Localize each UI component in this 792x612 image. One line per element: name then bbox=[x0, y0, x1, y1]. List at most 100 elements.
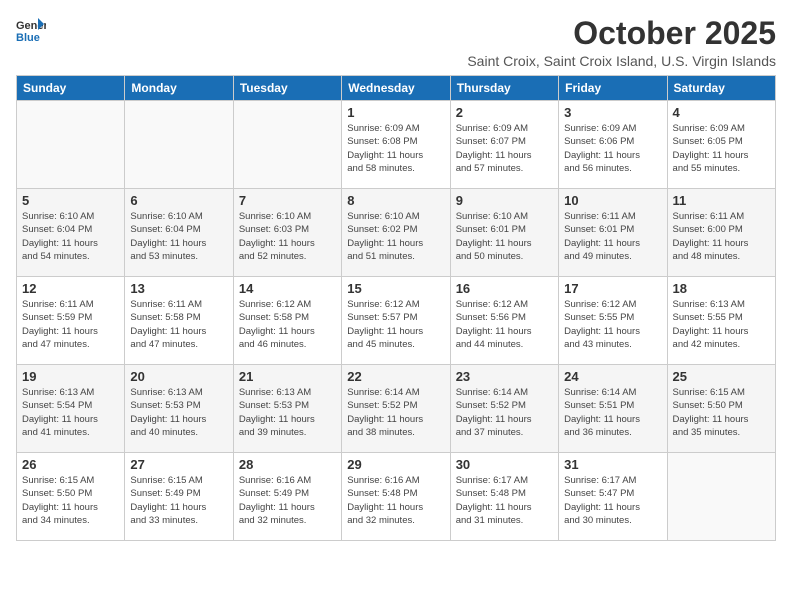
calendar-cell: 12 Sunrise: 6:11 AM Sunset: 5:59 PM Dayli… bbox=[17, 277, 125, 365]
day-number: 22 bbox=[347, 369, 444, 384]
calendar-cell: 2 Sunrise: 6:09 AM Sunset: 6:07 PM Daylig… bbox=[450, 101, 558, 189]
day-number: 4 bbox=[673, 105, 770, 120]
calendar-cell: 4 Sunrise: 6:09 AM Sunset: 6:05 PM Daylig… bbox=[667, 101, 775, 189]
day-info: Sunrise: 6:09 AM Sunset: 6:06 PM Dayligh… bbox=[564, 122, 661, 175]
day-info: Sunrise: 6:11 AM Sunset: 6:01 PM Dayligh… bbox=[564, 210, 661, 263]
day-number: 21 bbox=[239, 369, 336, 384]
day-info: Sunrise: 6:17 AM Sunset: 5:47 PM Dayligh… bbox=[564, 474, 661, 527]
calendar-cell: 10 Sunrise: 6:11 AM Sunset: 6:01 PM Dayli… bbox=[559, 189, 667, 277]
calendar-cell: 7Sunrise: 6:10 AM Sunset: 6:03 PM Daylig… bbox=[233, 189, 341, 277]
weekday-header-saturday: Saturday bbox=[667, 76, 775, 101]
day-info: Sunrise: 6:15 AM Sunset: 5:50 PM Dayligh… bbox=[22, 474, 119, 527]
calendar-cell: 23Sunrise: 6:14 AM Sunset: 5:52 PM Dayli… bbox=[450, 365, 558, 453]
day-number: 6 bbox=[130, 193, 227, 208]
calendar-cell: 3 Sunrise: 6:09 AM Sunset: 6:06 PM Daylig… bbox=[559, 101, 667, 189]
calendar-cell: 30Sunrise: 6:17 AM Sunset: 5:48 PM Dayli… bbox=[450, 453, 558, 541]
calendar-cell: 28 Sunrise: 6:16 AM Sunset: 5:49 PM Dayli… bbox=[233, 453, 341, 541]
day-info: Sunrise: 6:16 AM Sunset: 5:48 PM Dayligh… bbox=[347, 474, 444, 527]
calendar-cell: 22 Sunrise: 6:14 AM Sunset: 5:52 PM Dayli… bbox=[342, 365, 450, 453]
day-info: Sunrise: 6:12 AM Sunset: 5:56 PM Dayligh… bbox=[456, 298, 553, 351]
day-number: 13 bbox=[130, 281, 227, 296]
day-number: 26 bbox=[22, 457, 119, 472]
day-info: Sunrise: 6:09 AM Sunset: 6:05 PM Dayligh… bbox=[673, 122, 770, 175]
day-info: Sunrise: 6:15 AM Sunset: 5:50 PM Dayligh… bbox=[673, 386, 770, 439]
day-number: 10 bbox=[564, 193, 661, 208]
day-info: Sunrise: 6:12 AM Sunset: 5:58 PM Dayligh… bbox=[239, 298, 336, 351]
day-info: Sunrise: 6:10 AM Sunset: 6:03 PM Dayligh… bbox=[239, 210, 336, 263]
calendar-week-row: 26 Sunrise: 6:15 AM Sunset: 5:50 PM Dayli… bbox=[17, 453, 776, 541]
weekday-header-wednesday: Wednesday bbox=[342, 76, 450, 101]
day-info: Sunrise: 6:13 AM Sunset: 5:53 PM Dayligh… bbox=[239, 386, 336, 439]
day-info: Sunrise: 6:10 AM Sunset: 6:04 PM Dayligh… bbox=[22, 210, 119, 263]
day-number: 31 bbox=[564, 457, 661, 472]
day-info: Sunrise: 6:14 AM Sunset: 5:52 PM Dayligh… bbox=[347, 386, 444, 439]
day-info: Sunrise: 6:15 AM Sunset: 5:49 PM Dayligh… bbox=[130, 474, 227, 527]
calendar-cell bbox=[125, 101, 233, 189]
day-info: Sunrise: 6:13 AM Sunset: 5:54 PM Dayligh… bbox=[22, 386, 119, 439]
calendar-cell: 13 Sunrise: 6:11 AM Sunset: 5:58 PM Dayli… bbox=[125, 277, 233, 365]
day-number: 3 bbox=[564, 105, 661, 120]
calendar-cell: 29Sunrise: 6:16 AM Sunset: 5:48 PM Dayli… bbox=[342, 453, 450, 541]
day-number: 19 bbox=[22, 369, 119, 384]
weekday-header-row: SundayMondayTuesdayWednesdayThursdayFrid… bbox=[17, 76, 776, 101]
day-info: Sunrise: 6:14 AM Sunset: 5:52 PM Dayligh… bbox=[456, 386, 553, 439]
day-number: 5 bbox=[22, 193, 119, 208]
day-info: Sunrise: 6:16 AM Sunset: 5:49 PM Dayligh… bbox=[239, 474, 336, 527]
location-subtitle: Saint Croix, Saint Croix Island, U.S. Vi… bbox=[467, 53, 776, 69]
day-number: 25 bbox=[673, 369, 770, 384]
day-number: 11 bbox=[673, 193, 770, 208]
calendar-cell: 26 Sunrise: 6:15 AM Sunset: 5:50 PM Dayli… bbox=[17, 453, 125, 541]
day-number: 2 bbox=[456, 105, 553, 120]
logo-icon: General Blue bbox=[16, 16, 46, 44]
day-number: 15 bbox=[347, 281, 444, 296]
day-info: Sunrise: 6:10 AM Sunset: 6:01 PM Dayligh… bbox=[456, 210, 553, 263]
day-info: Sunrise: 6:13 AM Sunset: 5:53 PM Dayligh… bbox=[130, 386, 227, 439]
day-info: Sunrise: 6:10 AM Sunset: 6:04 PM Dayligh… bbox=[130, 210, 227, 263]
month-title: October 2025 bbox=[467, 16, 776, 51]
calendar-cell: 25 Sunrise: 6:15 AM Sunset: 5:50 PM Dayli… bbox=[667, 365, 775, 453]
day-number: 17 bbox=[564, 281, 661, 296]
calendar-cell: 27 Sunrise: 6:15 AM Sunset: 5:49 PM Dayli… bbox=[125, 453, 233, 541]
day-number: 20 bbox=[130, 369, 227, 384]
calendar-cell: 21 Sunrise: 6:13 AM Sunset: 5:53 PM Dayli… bbox=[233, 365, 341, 453]
day-info: Sunrise: 6:11 AM Sunset: 5:58 PM Dayligh… bbox=[130, 298, 227, 351]
svg-text:Blue: Blue bbox=[16, 32, 40, 44]
weekday-header-friday: Friday bbox=[559, 76, 667, 101]
day-number: 27 bbox=[130, 457, 227, 472]
day-info: Sunrise: 6:13 AM Sunset: 5:55 PM Dayligh… bbox=[673, 298, 770, 351]
calendar-cell: 15 Sunrise: 6:12 AM Sunset: 5:57 PM Dayli… bbox=[342, 277, 450, 365]
day-info: Sunrise: 6:11 AM Sunset: 5:59 PM Dayligh… bbox=[22, 298, 119, 351]
day-number: 1 bbox=[347, 105, 444, 120]
calendar-week-row: 1 Sunrise: 6:09 AM Sunset: 6:08 PM Daylig… bbox=[17, 101, 776, 189]
day-info: Sunrise: 6:09 AM Sunset: 6:07 PM Dayligh… bbox=[456, 122, 553, 175]
day-number: 14 bbox=[239, 281, 336, 296]
day-number: 9 bbox=[456, 193, 553, 208]
calendar-cell: 14 Sunrise: 6:12 AM Sunset: 5:58 PM Dayli… bbox=[233, 277, 341, 365]
day-number: 28 bbox=[239, 457, 336, 472]
weekday-header-monday: Monday bbox=[125, 76, 233, 101]
day-info: Sunrise: 6:10 AM Sunset: 6:02 PM Dayligh… bbox=[347, 210, 444, 263]
day-info: Sunrise: 6:14 AM Sunset: 5:51 PM Dayligh… bbox=[564, 386, 661, 439]
calendar-cell bbox=[17, 101, 125, 189]
calendar-cell: 18 Sunrise: 6:13 AM Sunset: 5:55 PM Dayli… bbox=[667, 277, 775, 365]
weekday-header-sunday: Sunday bbox=[17, 76, 125, 101]
calendar-table: SundayMondayTuesdayWednesdayThursdayFrid… bbox=[16, 75, 776, 541]
day-number: 12 bbox=[22, 281, 119, 296]
day-number: 18 bbox=[673, 281, 770, 296]
calendar-cell: 17 Sunrise: 6:12 AM Sunset: 5:55 PM Dayli… bbox=[559, 277, 667, 365]
title-area: October 2025 Saint Croix, Saint Croix Is… bbox=[467, 16, 776, 69]
calendar-cell: 19 Sunrise: 6:13 AM Sunset: 5:54 PM Dayli… bbox=[17, 365, 125, 453]
day-info: Sunrise: 6:12 AM Sunset: 5:55 PM Dayligh… bbox=[564, 298, 661, 351]
logo: General Blue bbox=[16, 16, 46, 44]
calendar-cell: 11Sunrise: 6:11 AM Sunset: 6:00 PM Dayli… bbox=[667, 189, 775, 277]
weekday-header-thursday: Thursday bbox=[450, 76, 558, 101]
calendar-cell bbox=[233, 101, 341, 189]
calendar-cell: 5 Sunrise: 6:10 AM Sunset: 6:04 PM Daylig… bbox=[17, 189, 125, 277]
day-number: 8 bbox=[347, 193, 444, 208]
calendar-cell: 6 Sunrise: 6:10 AM Sunset: 6:04 PM Daylig… bbox=[125, 189, 233, 277]
day-number: 24 bbox=[564, 369, 661, 384]
calendar-cell: 1 Sunrise: 6:09 AM Sunset: 6:08 PM Daylig… bbox=[342, 101, 450, 189]
day-info: Sunrise: 6:09 AM Sunset: 6:08 PM Dayligh… bbox=[347, 122, 444, 175]
calendar-cell: 24 Sunrise: 6:14 AM Sunset: 5:51 PM Dayli… bbox=[559, 365, 667, 453]
day-info: Sunrise: 6:12 AM Sunset: 5:57 PM Dayligh… bbox=[347, 298, 444, 351]
